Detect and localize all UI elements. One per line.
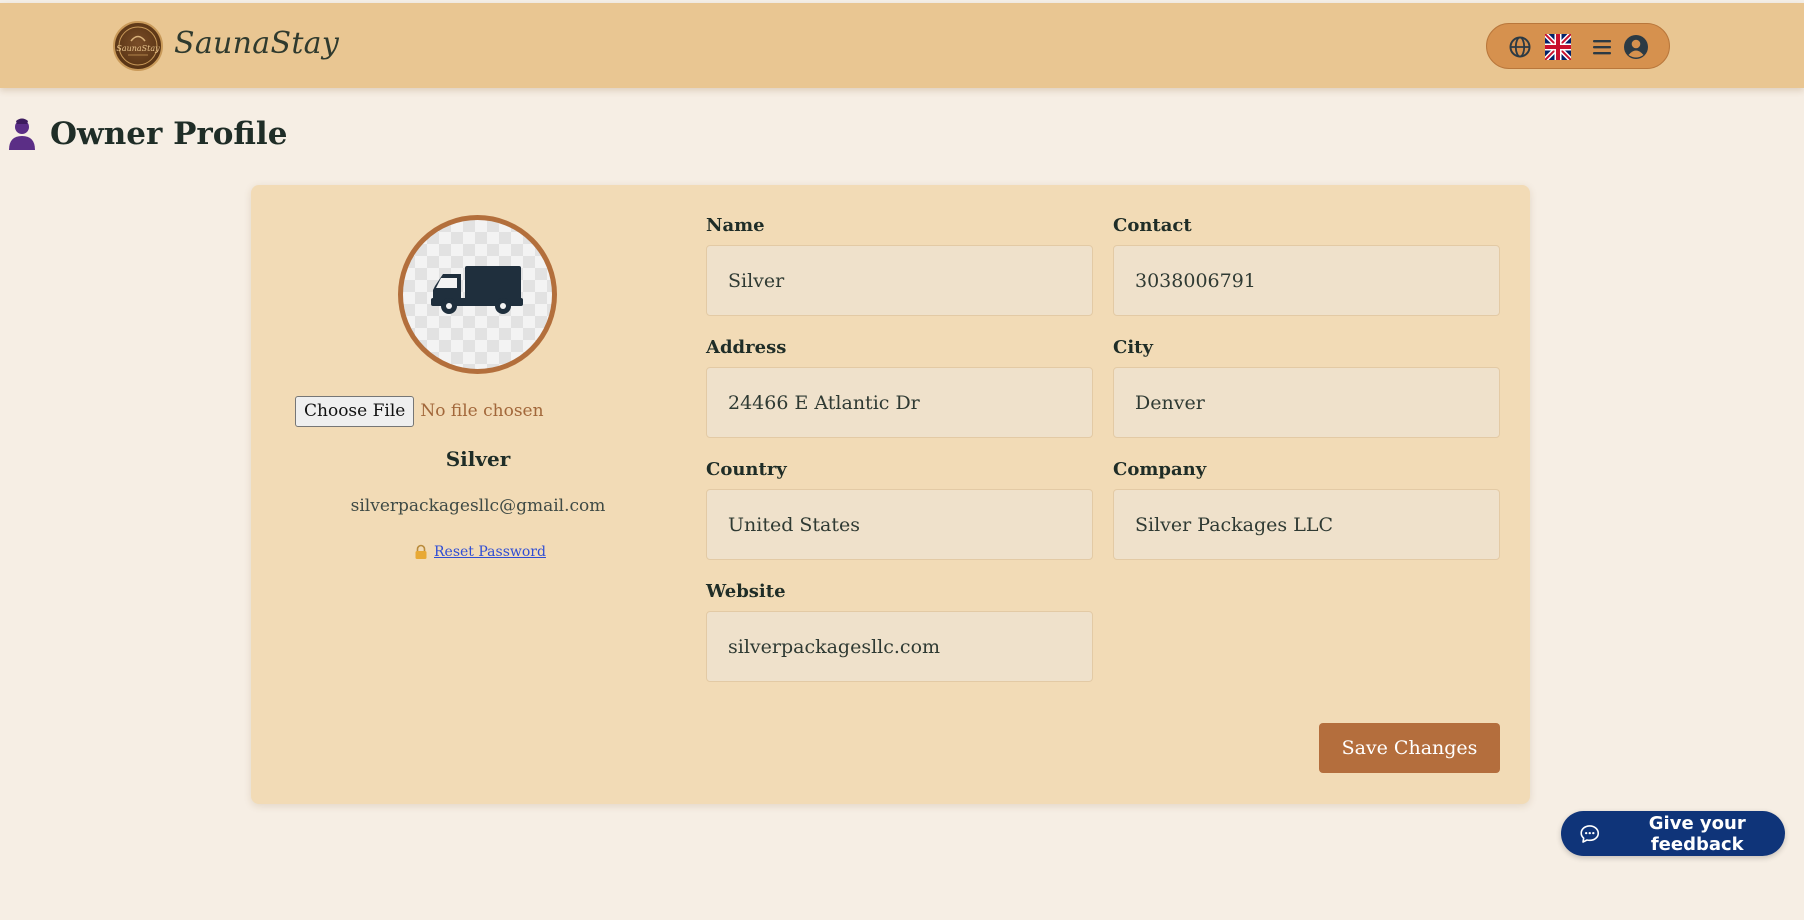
company-field[interactable] <box>1113 489 1500 560</box>
page-title: Owner Profile <box>50 116 288 152</box>
uk-flag-icon[interactable] <box>1545 34 1571 60</box>
logo-emblem-icon: SaunaStay <box>116 26 160 66</box>
country-label: Country <box>706 459 787 480</box>
person-icon <box>9 118 35 150</box>
profile-card: Choose File No file chosen Silver silver… <box>251 185 1530 804</box>
brand-name[interactable]: SaunaStay <box>174 26 339 61</box>
chat-bubble-icon <box>1580 824 1600 843</box>
lock-icon <box>415 544 427 559</box>
truck-icon <box>431 266 523 314</box>
contact-label: Contact <box>1113 215 1192 236</box>
city-field[interactable] <box>1113 367 1500 438</box>
name-label: Name <box>706 215 765 236</box>
nav-actions-pill <box>1486 23 1670 69</box>
profile-name: Silver <box>445 447 511 471</box>
top-navbar: SaunaStay SaunaStay <box>0 3 1804 88</box>
profile-avatar <box>398 215 557 374</box>
avatar-upload: Choose File No file chosen <box>295 395 544 427</box>
city-label: City <box>1113 337 1153 358</box>
page-heading: Owner Profile <box>6 112 287 156</box>
brand-logo[interactable]: SaunaStay <box>113 21 163 71</box>
website-field[interactable] <box>706 611 1093 682</box>
address-label: Address <box>706 337 787 358</box>
reset-password-label: Reset Password <box>434 544 546 560</box>
file-status: No file chosen <box>420 401 544 421</box>
user-circle-icon[interactable] <box>1623 34 1649 60</box>
country-field[interactable] <box>706 489 1093 560</box>
name-field[interactable] <box>706 245 1093 316</box>
save-changes-button[interactable]: Save Changes <box>1319 723 1500 773</box>
contact-field[interactable] <box>1113 245 1500 316</box>
website-label: Website <box>706 581 786 602</box>
company-label: Company <box>1113 459 1207 480</box>
address-field[interactable] <box>706 367 1093 438</box>
feedback-label: Give your feedback <box>1648 812 1746 855</box>
globe-icon[interactable] <box>1507 34 1533 60</box>
menu-icon[interactable] <box>1589 34 1615 60</box>
profile-email: silverpackagesllc@gmail.com <box>350 496 606 516</box>
give-feedback-button[interactable]: Give your feedback <box>1561 811 1785 856</box>
reset-password-link[interactable]: Reset Password <box>414 542 546 562</box>
logo-text: SaunaStay <box>116 44 160 53</box>
choose-file-button[interactable]: Choose File <box>295 395 415 427</box>
